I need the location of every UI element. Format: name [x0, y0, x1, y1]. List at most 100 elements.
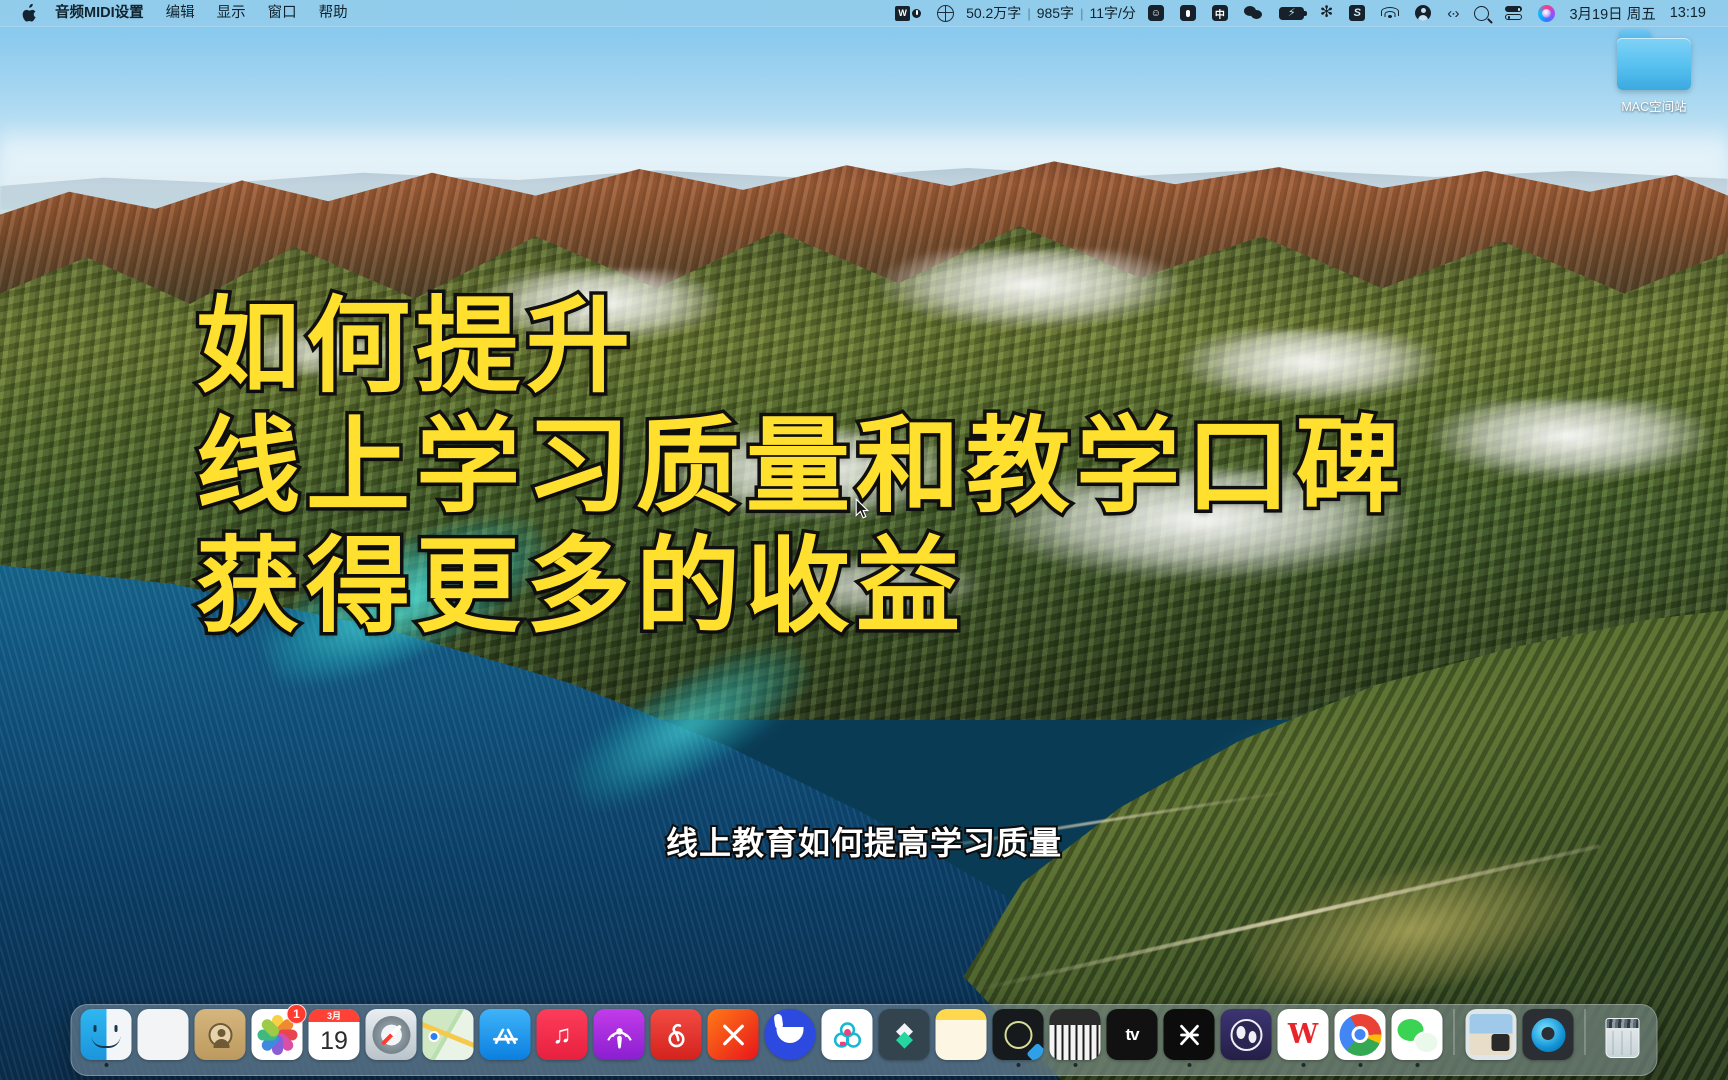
wallpaper-cloud-2	[880, 250, 1180, 328]
wechat-app-icon	[1391, 1009, 1443, 1060]
dock-item-apple-tv[interactable]: tv	[1105, 1006, 1160, 1067]
control-center-icon[interactable]	[1497, 0, 1530, 27]
menu-bar-date[interactable]: 3月19日 周五	[1563, 0, 1663, 27]
dock-item-launchpad[interactable]	[136, 1006, 191, 1067]
menu-item-view[interactable]: 显示	[206, 0, 257, 27]
wallpaper-cloud-8	[760, 560, 980, 616]
logic-pro-icon	[992, 1009, 1044, 1060]
dedao-duck-icon	[764, 1009, 816, 1060]
obs-studio-icon	[1220, 1009, 1272, 1060]
wallpaper-cloud-5	[1180, 330, 1440, 402]
status-typing-speed: 11字/分	[1089, 5, 1136, 21]
ime-indicator[interactable]: 中	[1204, 0, 1236, 27]
dock-separator-2	[1584, 1009, 1586, 1055]
wallpaper-cloud-4	[990, 470, 1410, 580]
menu-app-name[interactable]: 音频MIDI设置	[44, 0, 155, 27]
dock-item-safari[interactable]	[364, 1006, 419, 1067]
dock-item-obs[interactable]	[1219, 1006, 1274, 1067]
wps-office-icon[interactable]: W	[887, 0, 929, 27]
dock-item-dedao[interactable]	[763, 1006, 818, 1067]
dock-item-calendar[interactable]: 3月 19	[307, 1006, 362, 1067]
wechat-icon[interactable]	[1236, 0, 1271, 27]
dock-item-app-store[interactable]	[478, 1006, 533, 1067]
quicktime-icon	[1522, 1009, 1574, 1060]
battery-charging-icon[interactable]: ⚡	[1271, 0, 1312, 27]
ime-label: 中	[1211, 5, 1228, 21]
chrome-icon	[1334, 1009, 1386, 1060]
green-diamond-icon	[878, 1009, 930, 1060]
calendar-month: 3月	[308, 1009, 360, 1022]
dock-item-stack-folder[interactable]	[1464, 1006, 1519, 1067]
dock-item-keynote[interactable]	[877, 1006, 932, 1067]
code-brackets-icon[interactable]: ‹∙›	[1439, 0, 1466, 27]
desktop-wallpaper	[0, 0, 1728, 1080]
apple-logo-icon[interactable]	[14, 4, 44, 22]
dock-item-flower-app[interactable]	[820, 1006, 875, 1067]
folder-icon	[1617, 30, 1691, 90]
calendar-icon: 3月 19	[308, 1009, 360, 1060]
dock-item-quicktime[interactable]	[1521, 1006, 1576, 1067]
flower-app-icon	[821, 1009, 873, 1060]
dock-item-maps[interactable]	[421, 1006, 476, 1067]
stack-folder-icon	[1465, 1009, 1517, 1060]
apple-tv-icon: tv	[1106, 1009, 1158, 1060]
dock-item-music[interactable]: ♫	[535, 1006, 590, 1067]
siri-icon[interactable]	[1530, 0, 1563, 27]
status-divider-2: |	[1080, 5, 1084, 21]
menu-item-edit[interactable]: 编辑	[155, 0, 206, 27]
menu-bar-status-area: W 50.2万字 | 985字 | 11字/分 ☺ 中 ⚡ ✻ S ‹∙› 3月…	[887, 0, 1728, 27]
notes-icon	[935, 1009, 987, 1060]
menu-item-window[interactable]: 窗口	[257, 0, 308, 27]
app-store-icon	[479, 1009, 531, 1060]
dock-item-logic-pro[interactable]	[991, 1006, 1046, 1067]
dock-item-netease-music[interactable]	[649, 1006, 704, 1067]
dock-item-podcasts[interactable]	[592, 1006, 647, 1067]
dock-item-chrome[interactable]	[1333, 1006, 1388, 1067]
notification-badge-icon	[912, 8, 922, 18]
dock-running-dot	[1358, 1063, 1362, 1067]
finder-icon	[80, 1009, 132, 1060]
user-account-icon[interactable]	[1407, 0, 1439, 27]
emoji-picker-icon[interactable]: ☺	[1140, 0, 1172, 27]
midi-keyboard-icon	[1049, 1009, 1101, 1060]
maps-icon	[422, 1009, 474, 1060]
dock-item-audio-midi-setup[interactable]	[1048, 1006, 1103, 1067]
dock-item-contacts[interactable]	[193, 1006, 248, 1067]
status-divider-1: |	[1027, 5, 1031, 21]
menu-bar-time[interactable]: 13:19	[1664, 0, 1714, 27]
wallpaper-cloud-1	[480, 270, 720, 342]
wifi-icon[interactable]	[1373, 0, 1407, 27]
dock-item-wechat[interactable]	[1390, 1006, 1445, 1067]
status-session-words: 985字	[1036, 5, 1075, 21]
microphone-icon[interactable]	[1172, 0, 1204, 27]
dock-item-finder[interactable]	[79, 1006, 134, 1067]
photos-badge: 1	[286, 1004, 307, 1024]
calendar-day: 19	[320, 1026, 348, 1055]
dock-item-notes[interactable]	[934, 1006, 989, 1067]
safari-icon	[365, 1009, 417, 1060]
contacts-icon	[194, 1009, 246, 1060]
wps-office-icon: W	[1277, 1009, 1329, 1060]
dock-item-wps-office[interactable]: W	[1276, 1006, 1331, 1067]
sogou-input-icon[interactable]: S	[1341, 0, 1373, 27]
bluetooth-icon[interactable]: ✻	[1312, 0, 1341, 27]
dock-item-trash[interactable]	[1595, 1006, 1650, 1067]
dock-item-capcut[interactable]	[1162, 1006, 1217, 1067]
podcasts-icon	[593, 1009, 645, 1060]
dock-item-photos[interactable]: 1	[250, 1004, 307, 1067]
capcut-icon	[1163, 1009, 1215, 1060]
wallpaper-cloud-3	[660, 430, 960, 520]
wps-office-glyph: W	[895, 5, 911, 21]
spotlight-search-icon[interactable]	[1466, 0, 1497, 27]
wallpaper-cloud-7	[1430, 400, 1710, 480]
desktop-folder-label: MAC空间站	[1621, 100, 1687, 114]
wallpaper-cloud-6	[240, 330, 410, 378]
dock: 1 3月 19 ♫ tv W	[70, 1004, 1658, 1076]
desktop-folder-mac-space[interactable]: MAC空间站	[1598, 30, 1710, 116]
dock-running-dot	[1415, 1063, 1419, 1067]
dock-item-xmind[interactable]	[706, 1006, 761, 1067]
menu-item-help[interactable]: 帮助	[308, 0, 359, 27]
menu-bar: 音频MIDI设置 编辑 显示 窗口 帮助 W 50.2万字 | 985字 | 1…	[0, 0, 1728, 27]
translate-globe-icon[interactable]	[929, 0, 962, 27]
dock-running-dot	[1187, 1063, 1191, 1067]
